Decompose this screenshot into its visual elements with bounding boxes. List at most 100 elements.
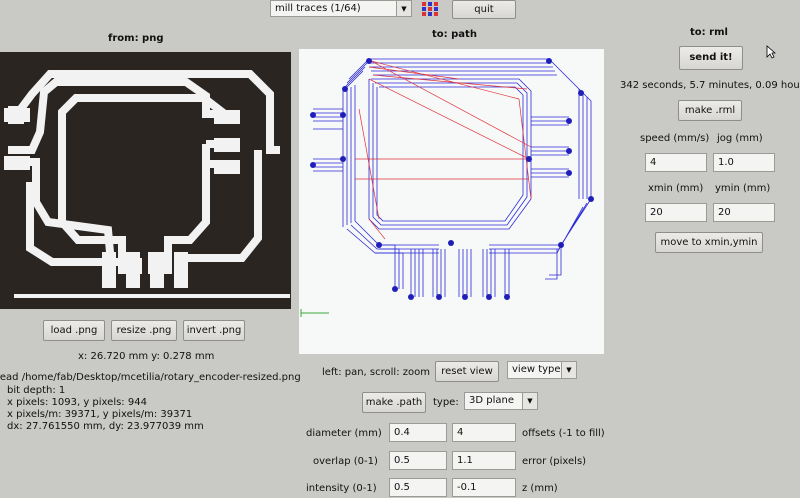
cursor-coordinates: x: 26.720 mm y: 0.278 mm: [78, 351, 215, 362]
chevron-down-icon: ▼: [396, 1, 411, 16]
bottom-pad: [174, 252, 188, 288]
from-png-header: from: png: [108, 33, 164, 44]
move-to-xmin-ymin-button[interactable]: move to xmin,ymin: [655, 232, 763, 253]
reset-view-button[interactable]: reset view: [435, 361, 499, 382]
chevron-down-icon: ▼: [561, 362, 576, 378]
overlap-label: overlap (0-1): [313, 456, 378, 467]
toolpath-ul: [342, 58, 370, 92]
right-pad: [214, 110, 240, 124]
view-type-value: view type: [512, 364, 561, 375]
right-pad: [214, 160, 240, 174]
toolpath-node: [342, 86, 348, 92]
mouse-cursor-icon: [766, 45, 777, 62]
toolpath-node: [310, 112, 316, 118]
toolpath-node: [566, 118, 572, 124]
travel-moves: [355, 60, 532, 240]
process-select-value: mill traces (1/64): [275, 3, 361, 14]
xmin-label: xmin (mm): [648, 183, 704, 194]
toolpath-node: [366, 58, 372, 64]
toolpath-node: [392, 286, 398, 292]
toolpath-node: [310, 162, 316, 168]
view-type-select[interactable]: view type ▼: [507, 361, 577, 379]
bottom-pad: [126, 252, 140, 288]
png-preview[interactable]: [0, 52, 291, 309]
toolpath-left-pads: [313, 108, 343, 172]
toolpath-top: [369, 58, 557, 76]
ymin-field[interactable]: 20: [713, 203, 775, 222]
process-select[interactable]: mill traces (1/64) ▼: [270, 0, 412, 17]
bottom-pad: [150, 252, 164, 288]
make-path-button[interactable]: make .path: [362, 392, 426, 413]
toolpath-right-pads: [531, 116, 569, 178]
diameter-label: diameter (mm): [306, 428, 382, 439]
invert-png-button[interactable]: invert .png: [183, 320, 245, 341]
error-field[interactable]: 1.1: [452, 451, 516, 470]
view-help-text: left: pan, scroll: zoom: [322, 367, 430, 378]
chevron-down-icon: ▼: [522, 393, 537, 409]
time-estimate: 342 seconds, 5.7 minutes, 0.09 hour: [620, 80, 800, 91]
toolpath-ur: [548, 58, 592, 199]
to-rml-header: to: rml: [690, 27, 728, 38]
info-line-file: read /home/fab/Desktop/mcetilia/rotary_e…: [0, 372, 301, 383]
toolpath-node: [546, 58, 552, 64]
make-rml-button[interactable]: make .rml: [678, 100, 742, 121]
send-it-button[interactable]: send it!: [679, 46, 743, 70]
overlap-field[interactable]: 0.5: [389, 451, 447, 470]
toolpath-inner-loop: [368, 78, 532, 230]
z-field[interactable]: -0.1: [452, 478, 516, 497]
z-label: z (mm): [522, 483, 558, 494]
toolpath-node: [566, 170, 572, 176]
diameter-field[interactable]: 0.4: [389, 423, 447, 442]
offsets-label: offsets (-1 to fill): [522, 428, 605, 439]
toolpath-node: [504, 294, 510, 300]
toolpath-canvas: [300, 58, 594, 317]
info-line-depth: bit depth: 1: [7, 385, 66, 396]
left-pad: [4, 108, 30, 122]
bottom-pad: [102, 252, 116, 288]
xmin-field[interactable]: 20: [645, 203, 707, 222]
load-png-button[interactable]: load .png: [43, 320, 105, 341]
info-line-pixels: x pixels: 1093, y pixels: 944: [7, 397, 147, 408]
ymin-label: ymin (mm): [715, 183, 771, 194]
toolpath-node: [340, 112, 346, 118]
toolpath-node: [340, 156, 346, 162]
to-path-header: to: path: [432, 29, 477, 40]
speed-field[interactable]: 4: [645, 153, 707, 172]
offsets-field[interactable]: 4: [452, 423, 516, 442]
toolpath-node: [558, 242, 564, 248]
type-select[interactable]: 3D plane ▼: [464, 392, 538, 410]
toolpath-node: [588, 196, 594, 202]
intensity-field[interactable]: 0.5: [389, 478, 447, 497]
send-it-label: send it!: [689, 52, 733, 63]
intensity-label: intensity (0-1): [306, 483, 377, 494]
quit-button[interactable]: quit: [452, 0, 516, 19]
type-select-value: 3D plane: [469, 395, 514, 406]
jog-label: jog (mm): [717, 133, 763, 144]
grid-icon[interactable]: [422, 2, 438, 16]
path-view[interactable]: [299, 49, 604, 354]
jog-field[interactable]: 1.0: [713, 153, 775, 172]
info-line-ppm: x pixels/m: 39371, y pixels/m: 39371: [7, 409, 193, 420]
toolpath-node: [462, 294, 468, 300]
toolpath-pads: [410, 249, 510, 297]
toolpath-node: [486, 294, 492, 300]
toolpath-node: [436, 294, 442, 300]
grid-icon-svg: [422, 2, 438, 16]
toolpath-node: [376, 242, 382, 248]
right-pad: [214, 138, 240, 152]
resize-png-button[interactable]: resize .png: [111, 320, 177, 341]
pcb-traces-image: [4, 70, 290, 298]
left-pad: [4, 156, 30, 170]
toolpath-node: [448, 240, 454, 246]
toolpath-node: [408, 294, 414, 300]
toolpath-node: [566, 148, 572, 154]
info-line-size: dx: 27.761550 mm, dy: 23.977039 mm: [7, 421, 204, 432]
toolpath-left: [342, 85, 356, 227]
toolpath-node: [526, 156, 532, 162]
outer-trace-top: [8, 78, 236, 154]
axis-origin-marker: [300, 309, 329, 317]
toolpath-node: [578, 90, 584, 96]
speed-label: speed (mm/s): [640, 133, 710, 144]
type-label: type:: [433, 397, 459, 408]
toolpath-bl: [375, 244, 404, 289]
